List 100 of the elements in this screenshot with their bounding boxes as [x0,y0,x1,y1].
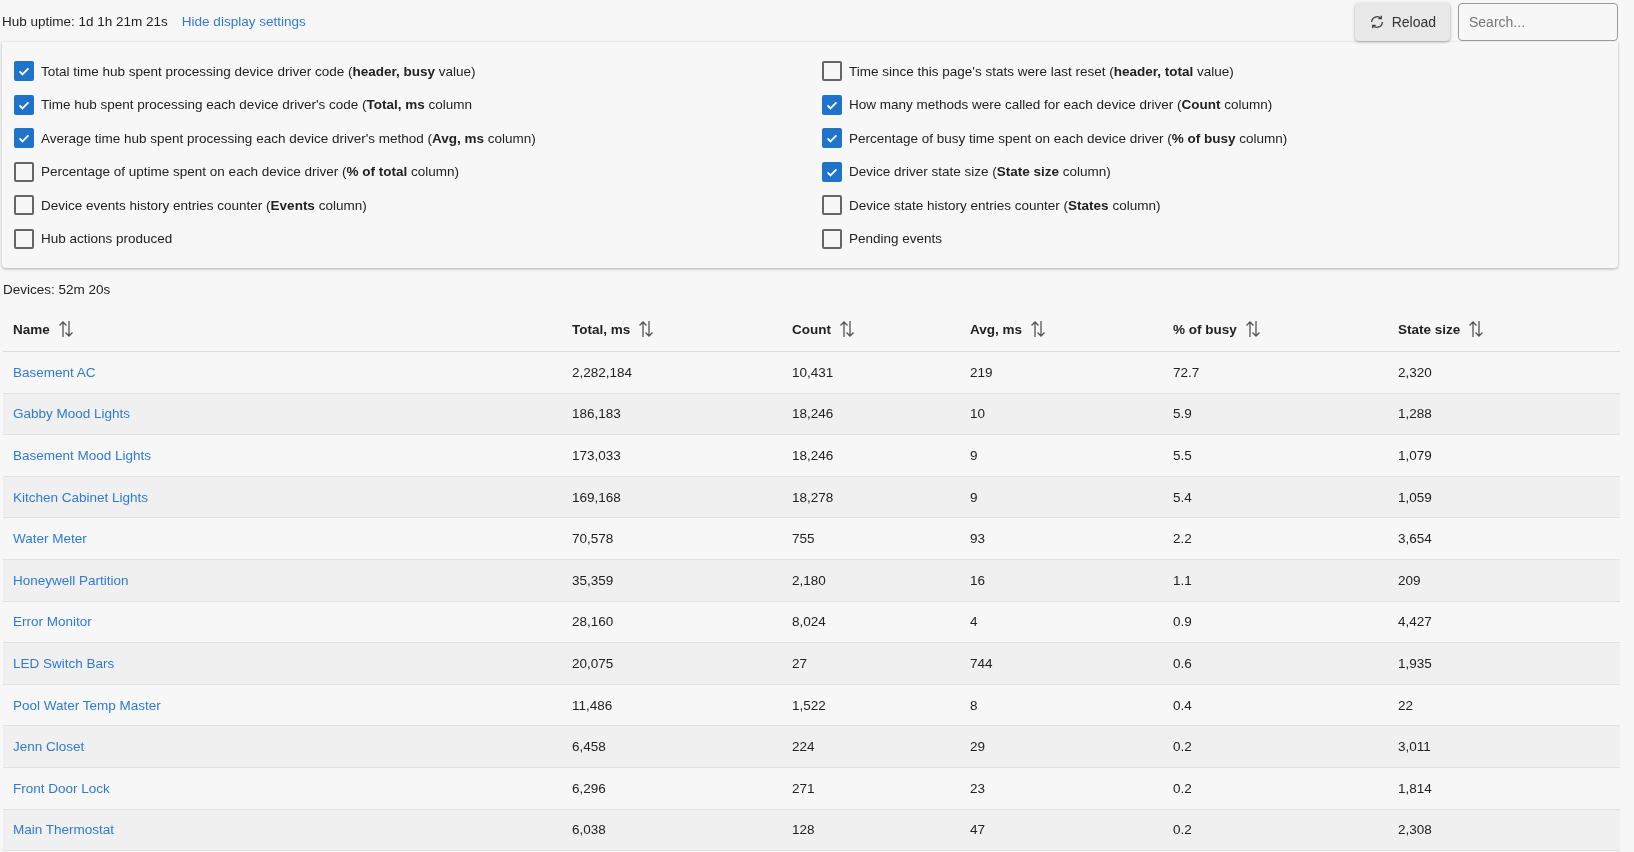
table-cell: 186,183 [572,406,621,422]
table-cell: 6,038 [572,822,606,838]
column-header[interactable]: Total, ms [572,321,631,337]
table-cell: 5.5 [1173,448,1192,463]
checkbox[interactable] [14,161,34,182]
table-cell: 29 [970,739,986,755]
sort-icon[interactable] [1468,320,1485,338]
table-cell: 3,654 [1398,531,1432,547]
checkbox[interactable] [14,195,34,216]
checkbox[interactable] [14,61,34,82]
devices-summary: Devices: 52m 20s [2,281,112,299]
setting-label: Percentage of busy time spent on each device driver (% of busy column) [849,130,1288,146]
table-cell: 0.4 [1173,697,1192,713]
table-cell: 2,180 [792,572,826,588]
hide-settings-link[interactable]: Hide display settings [181,13,306,29]
table-cell: 16 [970,572,986,588]
table-cell: 1,288 [1398,406,1432,422]
table-cell: 70,578 [572,531,614,547]
device-link[interactable]: Front Door Lock [13,780,110,796]
table-cell: 744 [970,655,993,671]
setting-label: Hub actions produced [41,231,173,247]
setting-label: Average time hub spent processing each device driver's method (Avg, ms column) [41,130,536,146]
table-cell: 10,431 [792,364,834,380]
table-cell: 28,160 [572,614,614,630]
table-cell: 9 [970,448,978,463]
column-header[interactable]: State size [1398,321,1461,337]
table-cell: 22 [1398,697,1414,713]
table-cell: 8,024 [792,614,826,630]
setting-label: Time since this page's stats were last reset (header, total value) [849,63,1234,79]
checkbox[interactable] [822,61,842,82]
setting-label: How many methods were called for each device driver (Count column) [849,97,1273,113]
setting-label: Total time hub spent processing device driver code (header, busy value) [41,63,476,79]
table-cell: 18,278 [792,489,834,505]
checkbox[interactable] [822,161,842,182]
device-link[interactable]: Water Meter [13,531,87,547]
setting-label: Pending events [849,231,943,247]
table-cell: 11,486 [572,697,613,713]
uptime-text: Hub uptime: 1d 1h 21m 21s [2,13,168,29]
setting-label: Device driver state size (State size column) [849,164,1111,180]
column-header[interactable]: Avg, ms [970,321,1023,337]
table-cell: 4 [970,614,978,630]
table-cell: 2,320 [1398,364,1432,380]
device-link[interactable]: Basement AC [13,364,96,380]
sort-icon[interactable] [638,320,655,338]
table-cell: 219 [970,364,993,380]
checkbox[interactable] [822,94,842,115]
table-cell: 27 [792,655,808,671]
reload-button[interactable]: Reload [1354,3,1450,41]
checkbox[interactable] [14,228,34,249]
table-cell: 1,522 [792,697,826,713]
table-cell: 209 [1398,572,1421,588]
table-cell: 3,011 [1398,739,1431,755]
sort-icon[interactable] [1244,320,1261,338]
table-cell: 0.2 [1173,739,1192,755]
table-cell: 10 [970,406,986,422]
table-cell: 0.6 [1173,655,1192,671]
column-header[interactable]: Count [792,321,831,337]
table-cell: 0.2 [1173,780,1192,796]
column-header[interactable]: Name [13,321,50,337]
table-cell: 271 [792,780,815,796]
sort-icon[interactable] [1030,320,1047,338]
device-link[interactable]: Gabby Mood Lights [13,406,131,422]
table-cell: 128 [792,822,815,838]
table-cell: 1,079 [1398,448,1432,463]
table-cell: 1,059 [1398,489,1432,505]
table-cell: 47 [970,822,986,838]
device-link[interactable]: LED Switch Bars [13,655,115,671]
table-cell: 93 [970,531,986,547]
sort-icon[interactable] [839,320,855,338]
search-field[interactable]: Search... [1458,3,1618,41]
sort-icon[interactable] [57,320,74,338]
device-link[interactable]: Honeywell Partition [13,572,129,588]
device-link[interactable]: Main Thermostat [13,822,115,838]
device-link[interactable]: Pool Water Temp Master [13,697,161,713]
setting-label: Percentage of uptime spent on each device driver (% of total column) [41,164,459,180]
checkbox[interactable] [822,228,842,249]
table-cell: 18,246 [792,406,834,422]
checkbox[interactable] [14,94,34,115]
table-cell: 9 [970,489,978,505]
column-header[interactable]: % of busy [1173,321,1237,337]
device-link[interactable]: Basement Mood Lights [13,448,152,463]
table-cell: 173,033 [572,448,621,463]
table-cell: 8 [970,697,978,713]
device-link[interactable]: Error Monitor [13,614,92,630]
checkbox[interactable] [822,195,842,216]
table-cell: 6,296 [572,780,606,796]
table-cell: 72.7 [1173,364,1200,380]
table-cell: 0.9 [1173,614,1192,630]
checkbox[interactable] [14,128,34,149]
setting-label: Device state history entries counter (States column) [849,197,1161,213]
table-cell: 755 [792,531,815,547]
table-cell: 224 [792,739,815,755]
device-link[interactable]: Kitchen Cabinet Lights [13,489,149,505]
table-cell: 4,427 [1398,614,1432,630]
table-cell: 20,075 [572,655,614,671]
table-cell: 1,814 [1398,780,1432,796]
table-cell: 1,935 [1398,655,1432,671]
table-cell: 2,308 [1398,822,1432,838]
device-link[interactable]: Jenn Closet [13,739,85,755]
checkbox[interactable] [822,128,842,149]
